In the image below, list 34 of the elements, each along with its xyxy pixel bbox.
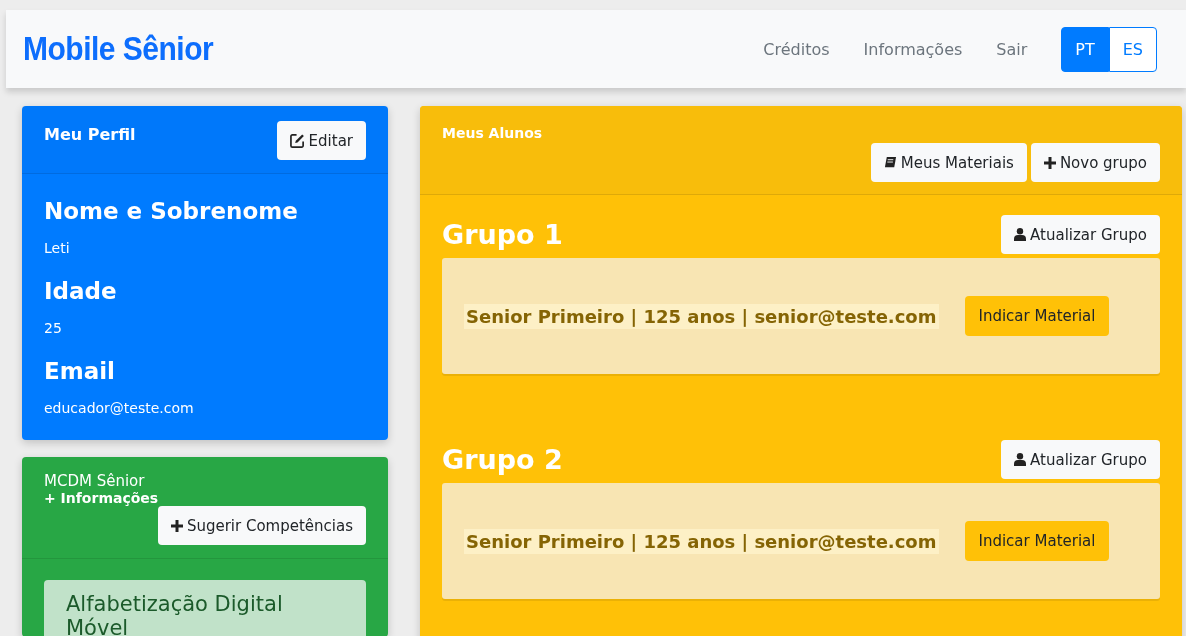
field-value: educador@teste.com	[44, 400, 195, 416]
field-value: 25	[44, 320, 63, 336]
group-title: Grupo 1	[442, 219, 563, 250]
field-label: Nome e Sobrenome	[44, 198, 299, 224]
nav-link[interactable]: Sair	[996, 39, 1028, 59]
nav-link[interactable]: Créditos	[763, 39, 830, 59]
group-title: Grupo 2	[442, 444, 563, 475]
card-title: MCDM Sênior	[44, 472, 146, 490]
nav-link[interactable]: Informações	[863, 39, 963, 59]
language-button[interactable]: ES	[1108, 26, 1157, 72]
card-title: Meu Perfil	[44, 125, 136, 144]
recommend-material-button[interactable]: Indicar Material	[964, 296, 1110, 336]
user-icon	[1014, 453, 1027, 466]
recommend-material-button[interactable]: Indicar Material	[964, 521, 1110, 561]
field-label: Idade	[44, 278, 118, 304]
card-title: Meus Alunos	[442, 125, 544, 141]
student-info: Senior Primeiro | 125 anos | senior@teste.com	[464, 303, 939, 329]
plus-icon	[170, 519, 183, 532]
competency-item[interactable]: Alfabetização Digital Móvel	[44, 580, 366, 636]
book-icon	[883, 156, 897, 169]
field-label: Email	[44, 358, 116, 384]
language-button[interactable]: PT	[1061, 26, 1109, 72]
brand-logo[interactable]: Mobile Sênior	[23, 30, 214, 68]
new-group-button[interactable]: Novo grupo	[1030, 143, 1160, 182]
update-group-button[interactable]: Atualizar Grupo	[1001, 440, 1160, 479]
student-info: Senior Primeiro | 125 anos | senior@teste.com	[464, 528, 939, 554]
materials-button[interactable]: Meus Materiais	[870, 143, 1027, 182]
user-icon	[1014, 228, 1027, 241]
edit-button[interactable]: Editar	[276, 121, 366, 160]
field-value: Leti	[44, 240, 71, 256]
edit-icon	[289, 133, 305, 148]
suggest-button[interactable]: Sugerir Competências	[157, 506, 366, 545]
update-group-button[interactable]: Atualizar Grupo	[1001, 215, 1160, 254]
plus-icon	[1043, 156, 1056, 169]
